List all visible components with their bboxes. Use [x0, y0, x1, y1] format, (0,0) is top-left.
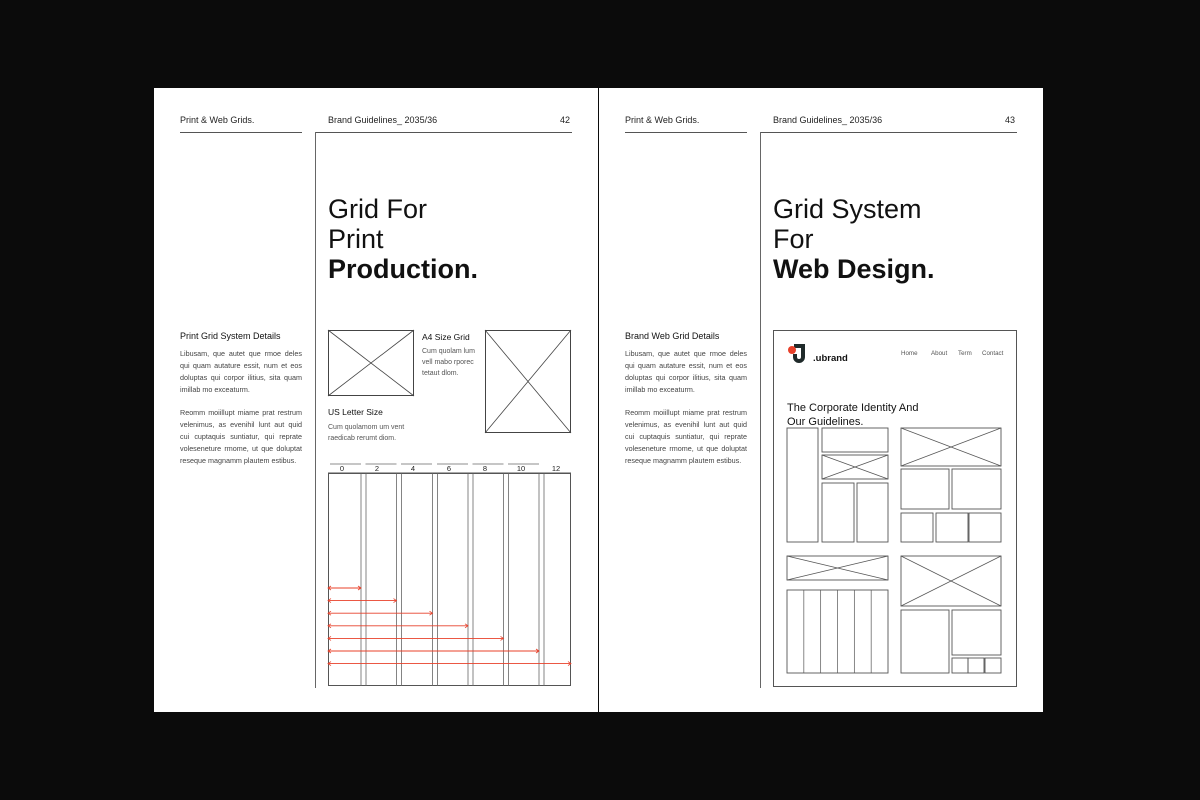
title-line: Grid For	[328, 194, 428, 224]
wire-tile	[951, 657, 969, 674]
column-tick: 10	[516, 464, 526, 473]
a4-placeholder	[484, 329, 572, 434]
wire-card	[951, 609, 1002, 656]
wire-tile	[984, 657, 1002, 674]
wire-card	[900, 609, 950, 674]
column-tick: 2	[374, 464, 380, 473]
title-line-bold: Production.	[328, 254, 478, 284]
print-column-grid	[327, 463, 572, 686]
column-tick: 12	[551, 464, 561, 473]
us-letter-placeholder	[327, 329, 415, 397]
header-rule	[315, 132, 572, 133]
section-label: Print & Web Grids.	[180, 115, 255, 125]
header-rule	[180, 132, 302, 133]
left-page: Print & Web Grids. Brand Guidelines_ 203…	[154, 88, 598, 712]
web-wireframe	[786, 427, 1002, 674]
wire-tile	[935, 512, 969, 543]
right-page: Print & Web Grids. Brand Guidelines_ 203…	[599, 88, 1043, 712]
wire-tile	[968, 512, 1002, 543]
a4-label: A4 Size Grid	[422, 332, 470, 342]
title-line: Print	[328, 224, 384, 254]
wire-banner	[821, 427, 889, 453]
column-tick: 8	[482, 464, 488, 473]
us-letter-text: Cum quolamom um vent raedicab rerumt dio…	[328, 424, 405, 442]
grid-frame	[328, 473, 571, 686]
wire-tile	[967, 657, 985, 674]
us-letter-label: US Letter Size	[328, 407, 383, 417]
wire-card	[951, 468, 1002, 510]
wire-tile	[900, 512, 934, 543]
details-paragraph: Reomm moiillupt miame prat restrum velen…	[180, 408, 302, 465]
details-heading: Print Grid System Details	[180, 331, 281, 341]
column-tick: 0	[339, 464, 345, 473]
wire-sidebar	[786, 427, 819, 543]
page-number: 42	[560, 115, 571, 125]
wire-card	[821, 482, 855, 543]
column-tick: 6	[446, 464, 452, 473]
details-paragraph: Libusam, que autet que rmoe deles qui qu…	[180, 349, 302, 394]
column-rule	[315, 132, 316, 688]
page-title: Grid For Print Production.	[328, 194, 478, 284]
wire-card	[900, 468, 950, 510]
a4-text: Cum quolam lum vell mabo rporec tetaut d…	[422, 348, 475, 377]
column-tick: 4	[410, 464, 416, 473]
wire-card	[856, 482, 889, 543]
running-title: Brand Guidelines_ 2035/36	[328, 115, 438, 125]
